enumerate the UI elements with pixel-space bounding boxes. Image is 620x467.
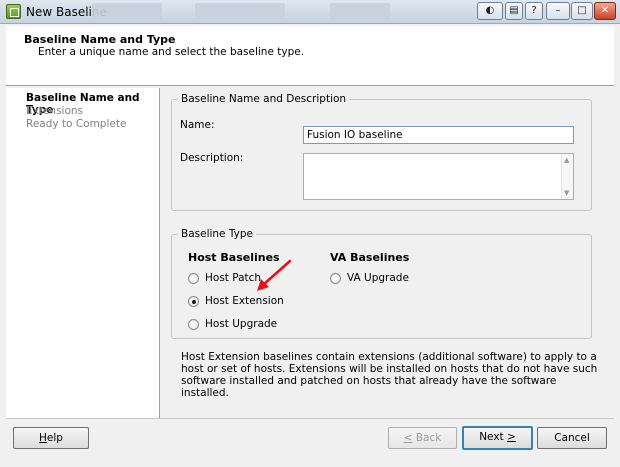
back-label: Back bbox=[412, 432, 442, 444]
help-mnemonic: H bbox=[39, 432, 47, 444]
header-title: Baseline Name and Type bbox=[24, 33, 176, 46]
red-annotation-arrow-icon bbox=[257, 259, 292, 291]
scroll-up-icon[interactable]: ▲ bbox=[564, 156, 569, 164]
minimize-button[interactable]: – bbox=[546, 2, 570, 20]
baseline-type-description: Host Extension baselines contain extensi… bbox=[181, 351, 598, 399]
next-button[interactable]: Next > bbox=[462, 426, 533, 450]
name-input[interactable] bbox=[303, 126, 574, 144]
baseline-type-legend: Baseline Type bbox=[178, 228, 256, 240]
name-description-group: Baseline Name and Description Name: Desc… bbox=[171, 93, 592, 211]
baseline-type-group: Baseline Type Host Baselines VA Baseline… bbox=[171, 228, 592, 339]
radio-label: Host Extension bbox=[205, 295, 284, 307]
cancel-button[interactable]: Cancel bbox=[537, 427, 607, 449]
radio-label: VA Upgrade bbox=[347, 272, 409, 284]
wizard-steps: Baseline Name and Type Extensions Ready … bbox=[6, 88, 160, 418]
background-window-blur bbox=[92, 3, 162, 19]
step-extensions[interactable]: Extensions bbox=[26, 105, 83, 117]
title-bar: New Baseline ◐ ▤ ? – □ ✕ bbox=[0, 0, 620, 24]
next-mnemonic: > bbox=[507, 431, 516, 443]
name-description-legend: Baseline Name and Description bbox=[178, 93, 350, 105]
radio-button[interactable] bbox=[188, 318, 199, 330]
description-scrollbar[interactable]: ▲ ▼ bbox=[561, 154, 573, 199]
window-pin-button[interactable]: ▤ bbox=[505, 2, 523, 20]
radio-label: Host Patch bbox=[205, 272, 262, 284]
description-textarea[interactable]: ▲ ▼ bbox=[303, 153, 574, 200]
radio-va-upgrade[interactable]: VA Upgrade bbox=[330, 272, 409, 284]
window-tool-button[interactable]: ◐ bbox=[477, 2, 503, 20]
background-window-blur bbox=[195, 3, 285, 19]
back-button[interactable]: < Back bbox=[388, 427, 457, 449]
name-label: Name: bbox=[180, 119, 215, 131]
radio-button[interactable] bbox=[330, 272, 341, 284]
radio-label: Host Upgrade bbox=[205, 318, 278, 330]
step-ready-to-complete[interactable]: Ready to Complete bbox=[26, 118, 126, 130]
description-label: Description: bbox=[180, 152, 244, 164]
close-button[interactable]: ✕ bbox=[594, 2, 616, 20]
maximize-button[interactable]: □ bbox=[571, 2, 593, 20]
radio-host-upgrade[interactable]: Host Upgrade bbox=[188, 318, 277, 330]
scroll-down-icon[interactable]: ▼ bbox=[564, 189, 569, 197]
window-help-button[interactable]: ? bbox=[525, 2, 543, 20]
help-button[interactable]: Help bbox=[13, 427, 89, 449]
next-label: Next bbox=[479, 431, 507, 443]
va-baselines-heading: VA Baselines bbox=[330, 251, 410, 264]
radio-button[interactable] bbox=[188, 272, 199, 284]
wizard-button-bar: Help < Back Next > Cancel bbox=[6, 418, 614, 458]
radio-button-checked[interactable] bbox=[188, 295, 199, 307]
radio-host-extension[interactable]: Host Extension bbox=[188, 295, 284, 307]
header-subtitle: Enter a unique name and select the basel… bbox=[38, 46, 305, 58]
wizard-content: Baseline Name and Description Name: Desc… bbox=[161, 88, 614, 418]
wizard-header: Baseline Name and Type Enter a unique na… bbox=[6, 26, 614, 86]
radio-host-patch[interactable]: Host Patch bbox=[188, 272, 261, 284]
background-window-blur bbox=[330, 3, 390, 19]
app-icon bbox=[6, 4, 21, 19]
help-label: elp bbox=[46, 432, 63, 444]
